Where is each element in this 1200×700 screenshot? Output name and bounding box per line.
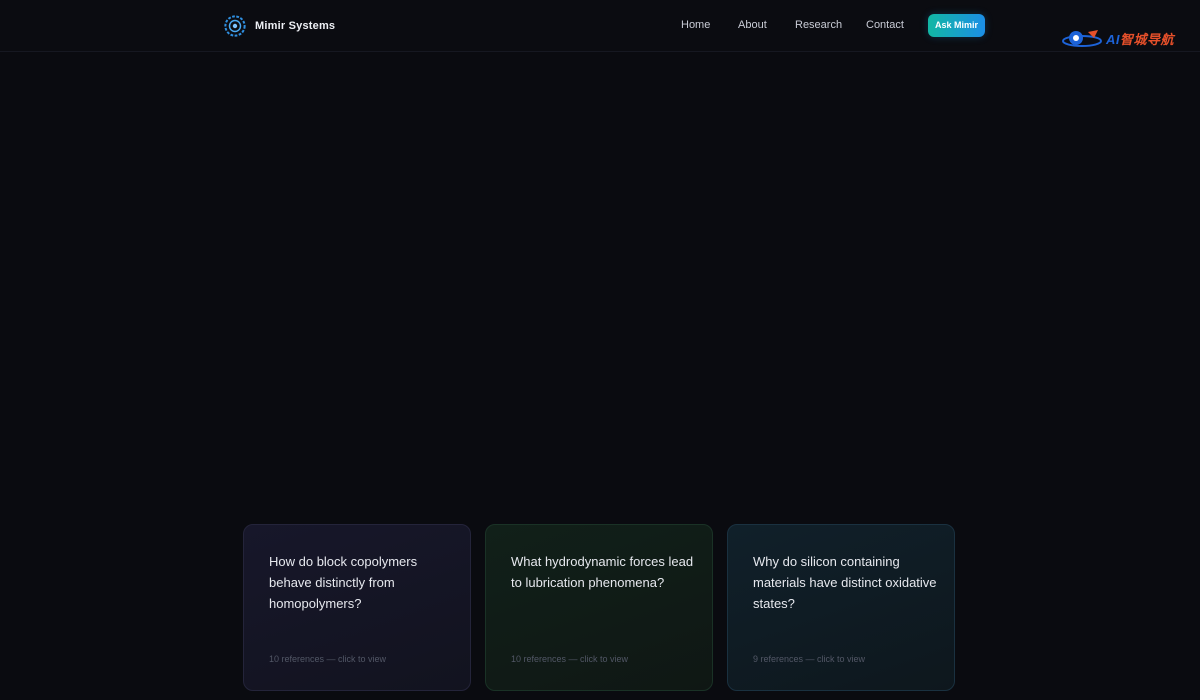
watermark-text: AI智城导航 [1106, 31, 1175, 47]
rocket-icon [1062, 30, 1102, 47]
brand[interactable]: Mimir Systems [224, 15, 335, 37]
card-references: 9 references — click to view [753, 654, 866, 664]
card-references: 10 references — click to view [511, 654, 629, 664]
question-card[interactable]: What hydrodynamic forces lead to lubrica… [485, 524, 713, 691]
ask-mimir-button[interactable]: Ask Mimir [928, 14, 985, 37]
card-question: How do block copolymers behave distinctl… [269, 554, 418, 611]
nav-link-about[interactable]: About [738, 19, 767, 31]
brand-name: Mimir Systems [255, 20, 336, 32]
watermark-logo: AI智城导航 [1062, 28, 1174, 48]
card-question: Why do silicon containing materials have… [753, 554, 937, 611]
question-card[interactable]: How do block copolymers behave distinctl… [243, 524, 471, 691]
nav-link-home[interactable]: Home [681, 19, 710, 31]
top-navbar: Mimir Systems Home About Research Contac… [0, 0, 1200, 52]
nav-link-contact[interactable]: Contact [866, 19, 904, 31]
card-question: What hydrodynamic forces lead to lubrica… [511, 554, 694, 590]
gear-icon [224, 15, 246, 37]
question-card[interactable]: Why do silicon containing materials have… [727, 524, 955, 691]
card-references: 10 references — click to view [269, 654, 387, 664]
nav-link-research[interactable]: Research [795, 19, 842, 31]
